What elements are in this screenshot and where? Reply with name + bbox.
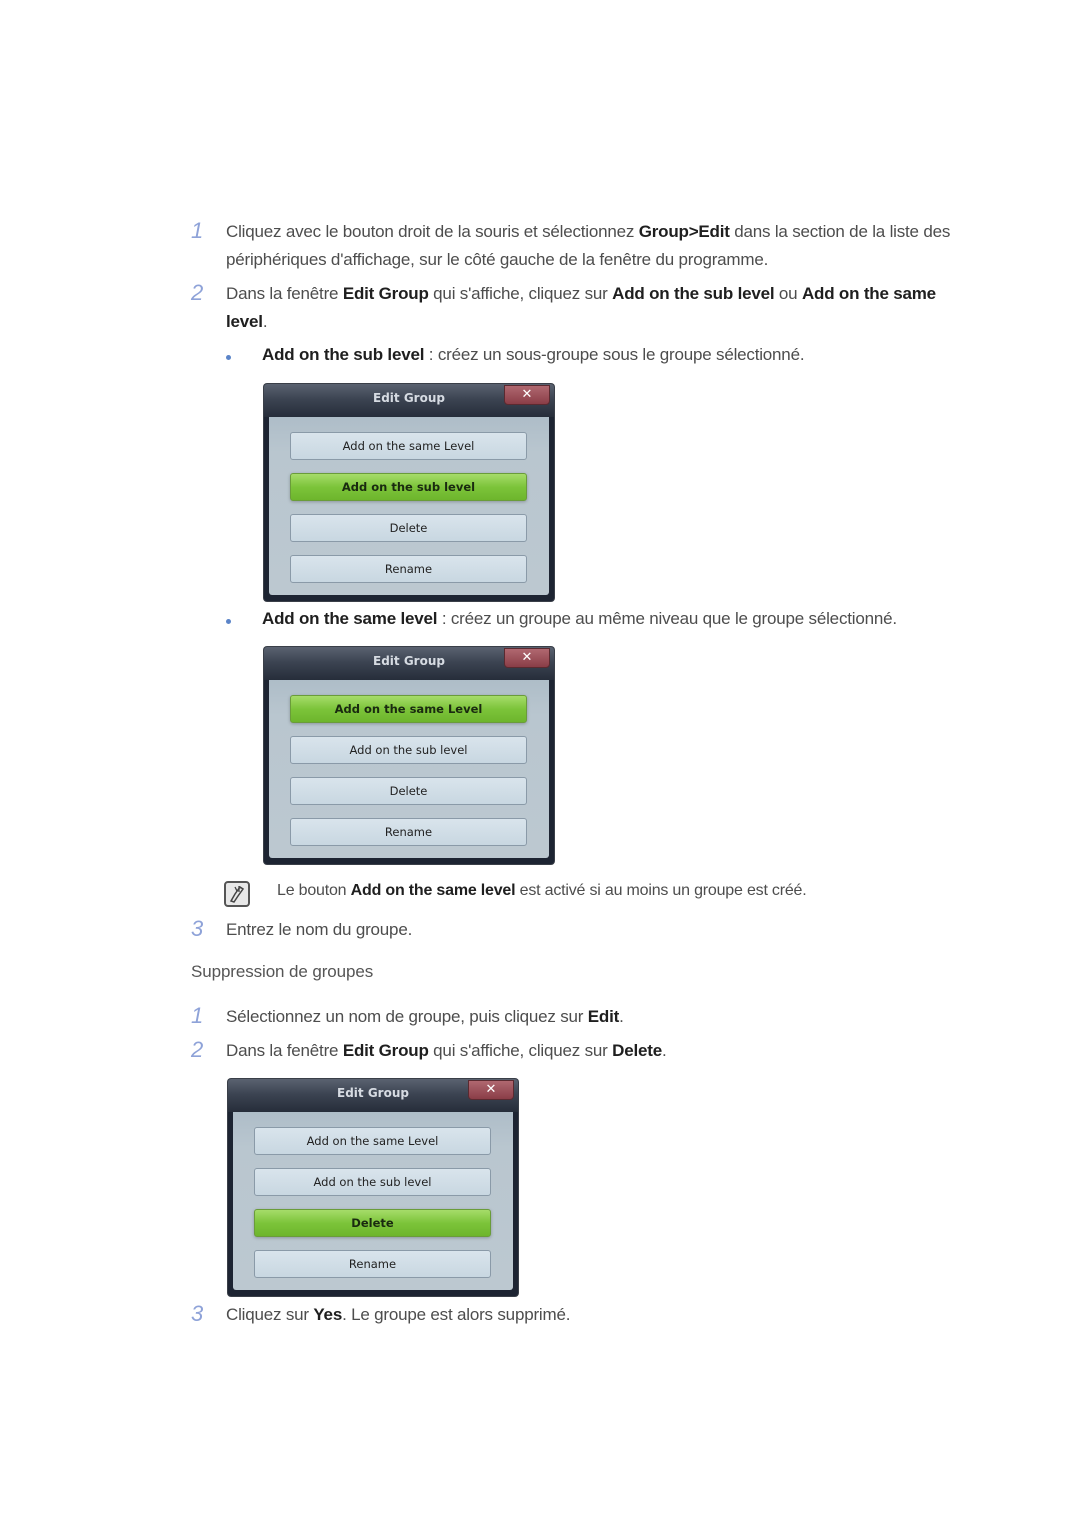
dialog-body: Add on the same Level Add on the sub lev… <box>269 680 549 858</box>
ui-term: level <box>226 311 263 331</box>
add-same-level-button[interactable]: Add on the same Level <box>254 1127 491 1155</box>
text-run: Cliquez avec le bouton droit de la souri… <box>226 222 639 241</box>
rename-button[interactable]: Rename <box>290 818 527 846</box>
bullet-text: Add on the sub level : créez un sous-gro… <box>262 345 805 365</box>
text-run: qui s'affiche, cliquez sur <box>428 1041 613 1060</box>
ui-term: Group>Edit <box>638 222 730 241</box>
edit-group-dialog: Edit Group ✕ Add on the same Level Add o… <box>264 647 554 864</box>
text-run: qui s'affiche, cliquez sur <box>428 284 613 303</box>
ui-term: Add on the same level <box>350 882 516 899</box>
ui-term: Add on the same <box>801 284 936 303</box>
step-number: 1 <box>191 218 204 243</box>
ui-term: Delete <box>612 1041 662 1060</box>
edit-group-dialog: Edit Group ✕ Add on the same Level Add o… <box>228 1079 518 1296</box>
add-sub-level-button[interactable]: Add on the sub level <box>254 1168 491 1196</box>
dialog-body: Add on the same Level Add on the sub lev… <box>233 1112 513 1290</box>
close-button[interactable]: ✕ <box>504 648 550 668</box>
ui-term: Edit Group <box>342 284 429 303</box>
add-same-level-button[interactable]: Add on the same Level <box>290 695 527 723</box>
step-text: Cliquez avec le bouton droit de la souri… <box>226 218 1016 273</box>
step-text: Dans la fenêtre Edit Group qui s'affiche… <box>226 1037 1016 1065</box>
step-text: Sélectionnez un nom de groupe, puis cliq… <box>226 1003 1016 1031</box>
delete-button[interactable]: Delete <box>290 777 527 805</box>
text-run: . <box>661 1041 667 1060</box>
text-run: : créez un sous-groupe sous le groupe sé… <box>424 345 805 364</box>
bullet-text: Add on the same level : créez un groupe … <box>262 609 897 629</box>
ui-term: Edit Group <box>342 1041 429 1060</box>
edit-group-dialog: Edit Group ✕ Add on the same Level Add o… <box>264 384 554 601</box>
text-run: est activé si au moins un groupe est cré… <box>515 882 807 899</box>
text-run: ou <box>774 284 802 303</box>
close-button[interactable]: ✕ <box>504 385 550 405</box>
text-run: . Le groupe est alors supprimé. <box>342 1305 571 1324</box>
ui-term: Edit <box>587 1007 620 1026</box>
step-text: Cliquez sur Yes. Le groupe est alors sup… <box>226 1301 1016 1329</box>
step-number: 3 <box>191 916 204 941</box>
note-pencil-icon <box>224 881 250 907</box>
delete-button[interactable]: Delete <box>254 1209 491 1237</box>
ui-term: Add on the sub level <box>262 345 425 364</box>
text-run: dans la section de la liste des <box>729 222 951 241</box>
section-heading: Suppression de groupes <box>191 962 374 981</box>
ui-term: Add on the sub level <box>612 284 775 303</box>
text-run: . <box>619 1007 624 1026</box>
add-sub-level-button[interactable]: Add on the sub level <box>290 736 527 764</box>
step-number: 3 <box>191 1301 204 1326</box>
delete-button[interactable]: Delete <box>290 514 527 542</box>
step-line: Dans la fenêtre Edit Group qui s'affiche… <box>226 280 1016 308</box>
text-run: Le bouton <box>277 882 351 899</box>
step-line: Cliquez avec le bouton droit de la souri… <box>226 218 1016 246</box>
text-run: Dans la fenêtre <box>226 1041 343 1060</box>
bullet-icon <box>226 355 231 360</box>
pencil-icon <box>229 885 245 903</box>
step-number: 2 <box>191 280 204 305</box>
step-number: 2 <box>191 1037 204 1062</box>
rename-button[interactable]: Rename <box>254 1250 491 1278</box>
close-icon: ✕ <box>485 1082 497 1097</box>
note-text: Le bouton Add on the same level est acti… <box>277 882 807 900</box>
step-line: périphériques d'affichage, sur le côté g… <box>226 246 1016 274</box>
text-run: Cliquez sur <box>226 1305 314 1324</box>
close-button[interactable]: ✕ <box>468 1080 514 1100</box>
rename-button[interactable]: Rename <box>290 555 527 583</box>
ui-term: Yes <box>313 1305 343 1324</box>
step-number: 1 <box>191 1003 204 1028</box>
dialog-body: Add on the same Level Add on the sub lev… <box>269 417 549 595</box>
step-text: Entrez le nom du groupe. <box>226 920 413 939</box>
bullet-icon <box>226 619 231 624</box>
ui-term: Add on the same level <box>262 609 438 628</box>
step-line: level. <box>226 308 1016 336</box>
close-icon: ✕ <box>521 650 533 665</box>
add-sub-level-button[interactable]: Add on the sub level <box>290 473 527 501</box>
text-run: . <box>262 311 268 331</box>
text-run: Sélectionnez un nom de groupe, puis cliq… <box>226 1007 588 1026</box>
text-run: périphériques d'affichage, sur le côté g… <box>226 249 769 269</box>
text-run: : créez un groupe au même niveau que le … <box>437 609 897 628</box>
text-run: Dans la fenêtre <box>226 284 343 303</box>
add-same-level-button[interactable]: Add on the same Level <box>290 432 527 460</box>
close-icon: ✕ <box>521 387 533 402</box>
step-text: Dans la fenêtre Edit Group qui s'affiche… <box>226 280 1016 335</box>
